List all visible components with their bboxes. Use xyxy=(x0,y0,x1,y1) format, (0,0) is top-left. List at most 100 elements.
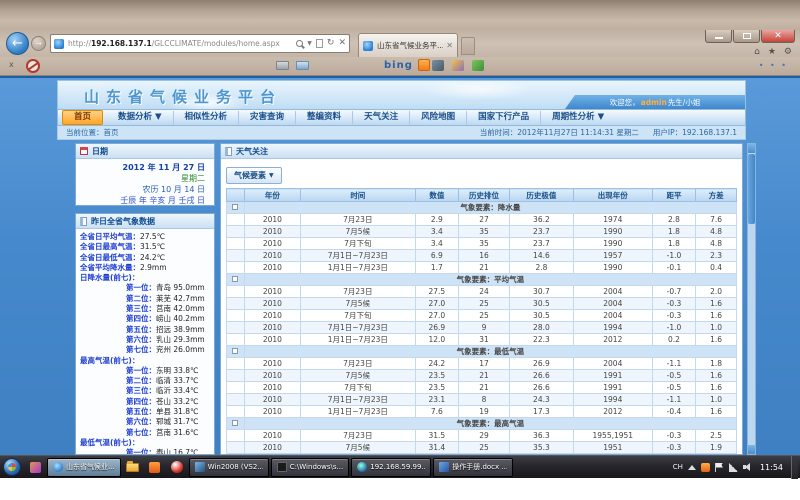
page-scrollbar[interactable] xyxy=(747,143,756,455)
table-cell: 2010 xyxy=(244,406,300,418)
section-header-row[interactable]: 气象要素：平均气温 xyxy=(227,274,737,286)
toolbar-close-button[interactable]: x xyxy=(9,60,14,69)
table-row[interactable]: 20107月下旬23.52126.61991-0.51.6 xyxy=(227,382,737,394)
section-checkbox[interactable] xyxy=(232,420,238,426)
explorer-button[interactable] xyxy=(123,458,143,476)
table-row[interactable]: 20107月1日~7月23日26.9928.01994-1.01.0 xyxy=(227,322,737,334)
overflow-menu-icon[interactable]: • • • xyxy=(759,61,788,70)
table-row[interactable]: 20107月5候23.52126.61991-0.51.6 xyxy=(227,370,737,382)
taskbar-window-3[interactable]: 操作手册.docx ... xyxy=(433,458,513,477)
window-titlebar[interactable] xyxy=(0,0,800,30)
nav-item-0[interactable]: 首页 xyxy=(62,110,103,125)
search-icon[interactable] xyxy=(296,40,303,47)
column-header[interactable]: 出现年份 xyxy=(573,189,652,202)
nav-item-4[interactable]: 整编资料 xyxy=(296,111,353,124)
url-text[interactable]: http://192.168.137.1/GLCCLIMATE/modules/… xyxy=(68,39,296,48)
nav-item-2[interactable]: 相似性分析 xyxy=(174,111,240,124)
scrollbar-thumb[interactable] xyxy=(748,154,755,224)
section-header-row[interactable]: 气象要素：最高气温 xyxy=(227,418,737,430)
table-row[interactable]: 20107月1日~7月23日23.1824.31994-1.11.0 xyxy=(227,394,737,406)
clock[interactable]: 11:54 xyxy=(760,463,783,472)
home-icon[interactable]: ⌂ xyxy=(754,47,760,57)
taskbar-window-1[interactable]: C:\Windows\s... xyxy=(271,458,350,477)
column-header[interactable]: 时间 xyxy=(300,189,415,202)
column-header[interactable]: 数值 xyxy=(415,189,458,202)
refresh-icon[interactable]: ↻ xyxy=(327,39,335,48)
mail-icon[interactable] xyxy=(296,61,309,70)
table-row[interactable]: 20107月1日~7月23日6.91614.61957-1.02.3 xyxy=(227,250,737,262)
pinned-app-button[interactable] xyxy=(25,458,45,476)
column-header[interactable]: 方差 xyxy=(696,189,737,202)
table-row[interactable]: 20107月23日2.92736.219742.87.6 xyxy=(227,214,737,226)
nav-item-6[interactable]: 风险地图 xyxy=(410,111,467,124)
favorites-icon[interactable]: ★ xyxy=(768,47,776,57)
addon2-icon[interactable] xyxy=(452,60,464,71)
maximize-button[interactable] xyxy=(733,30,760,43)
nav-item-3[interactable]: 灾害查询 xyxy=(239,111,296,124)
browser-tab[interactable]: 山东省气候业务平... ✕ xyxy=(358,33,458,57)
table-row[interactable]: 20107月23日24.21726.92004-1.11.8 xyxy=(227,358,737,370)
scrollbar-up-arrow[interactable] xyxy=(748,144,755,153)
minimize-button[interactable] xyxy=(705,30,732,43)
column-header[interactable]: 历史极值 xyxy=(510,189,574,202)
addon3-icon[interactable] xyxy=(472,60,484,71)
start-button[interactable] xyxy=(3,458,21,476)
table-cell: 2012 xyxy=(573,406,652,418)
table-row[interactable]: 20107月5候3.43523.719901.84.8 xyxy=(227,226,737,238)
table-row[interactable]: 20107月5候31.42535.31951-0.31.9 xyxy=(227,442,737,454)
section-checkbox[interactable] xyxy=(232,348,238,354)
tab-close-icon[interactable]: ✕ xyxy=(446,41,453,50)
pinned-app3-button[interactable] xyxy=(167,458,187,476)
forward-button[interactable]: → xyxy=(31,36,46,51)
tools-gear-icon[interactable]: ⚙ xyxy=(784,47,792,57)
table-row[interactable]: 20107月下旬3.43523.719901.84.8 xyxy=(227,238,737,250)
table-row[interactable]: 20107月下旬27.02530.52004-0.31.6 xyxy=(227,310,737,322)
table-row[interactable]: 20101月1日~7月23日7.61917.32012-0.41.6 xyxy=(227,406,737,418)
stop-icon[interactable]: ✕ xyxy=(338,39,346,48)
table-row[interactable]: 20107月23日27.52430.72004-0.72.0 xyxy=(227,286,737,298)
compatibility-icon[interactable] xyxy=(316,39,323,48)
pinned-site-icon[interactable] xyxy=(418,59,430,71)
folder-icon xyxy=(126,463,139,472)
nav-item-8[interactable]: 周期性分析 ▼ xyxy=(541,111,615,124)
section-header-row[interactable]: 气象要素：降水量 xyxy=(227,202,737,214)
column-header[interactable]: 年份 xyxy=(244,189,300,202)
table-cell: 3.4 xyxy=(415,226,458,238)
column-header[interactable]: 距平 xyxy=(652,189,695,202)
scrollbar-down-arrow[interactable] xyxy=(748,445,755,454)
close-button[interactable]: ✕ xyxy=(761,30,795,43)
show-desktop-button[interactable] xyxy=(791,456,798,479)
card-icon[interactable] xyxy=(276,61,289,70)
new-tab-button[interactable] xyxy=(461,37,475,55)
section-header-row[interactable]: 气象要素：最低气温 xyxy=(227,346,737,358)
pinned-app2-button[interactable] xyxy=(145,458,165,476)
address-bar[interactable]: http://192.168.137.1/GLCCLIMATE/modules/… xyxy=(50,34,350,53)
taskbar-window-0[interactable]: Win2008 (VS2... xyxy=(189,458,269,477)
addon1-icon[interactable] xyxy=(432,60,444,71)
nav-item-5[interactable]: 天气关注 xyxy=(353,111,410,124)
dropdown-caret-icon[interactable]: ▼ xyxy=(307,40,312,47)
table-row[interactable]: 20107月23日31.52936.31955,1951-0.32.5 xyxy=(227,430,737,442)
action-center-icon[interactable] xyxy=(715,463,724,472)
table-row[interactable]: 20101月1日~7月23日12.03122.320120.21.6 xyxy=(227,334,737,346)
table-row[interactable]: 20107月5候27.02530.52004-0.31.6 xyxy=(227,298,737,310)
climate-element-button[interactable]: 气候要素 ▼ xyxy=(226,167,282,184)
back-button[interactable]: ← xyxy=(6,32,29,55)
nav-item-1[interactable]: 数据分析 ▼ xyxy=(107,111,174,124)
tray-expand-icon[interactable] xyxy=(688,465,696,470)
network-icon[interactable] xyxy=(729,463,738,472)
volume-icon[interactable] xyxy=(743,463,752,472)
language-indicator[interactable]: CH xyxy=(673,463,683,471)
table-row[interactable]: 20101月1日~7月23日1.7212.81990-0.10.4 xyxy=(227,262,737,274)
table-cell: 2.8 xyxy=(510,262,574,274)
section-checkbox[interactable] xyxy=(232,276,238,282)
taskbar-window-2[interactable]: 192.168.59.99... xyxy=(351,458,431,477)
section-checkbox[interactable] xyxy=(232,204,238,210)
tray-app-icon[interactable] xyxy=(701,463,710,472)
bing-logo[interactable]: bing xyxy=(384,60,413,71)
taskbar-ie-window[interactable]: 山东省气候业... xyxy=(47,458,121,477)
nav-item-7[interactable]: 国家下行产品 xyxy=(467,111,541,124)
column-header[interactable]: 历史排位 xyxy=(459,189,510,202)
user-ip: 用户IP：192.168.137.1 xyxy=(653,127,737,138)
addon-blocker-icon[interactable] xyxy=(26,59,40,73)
